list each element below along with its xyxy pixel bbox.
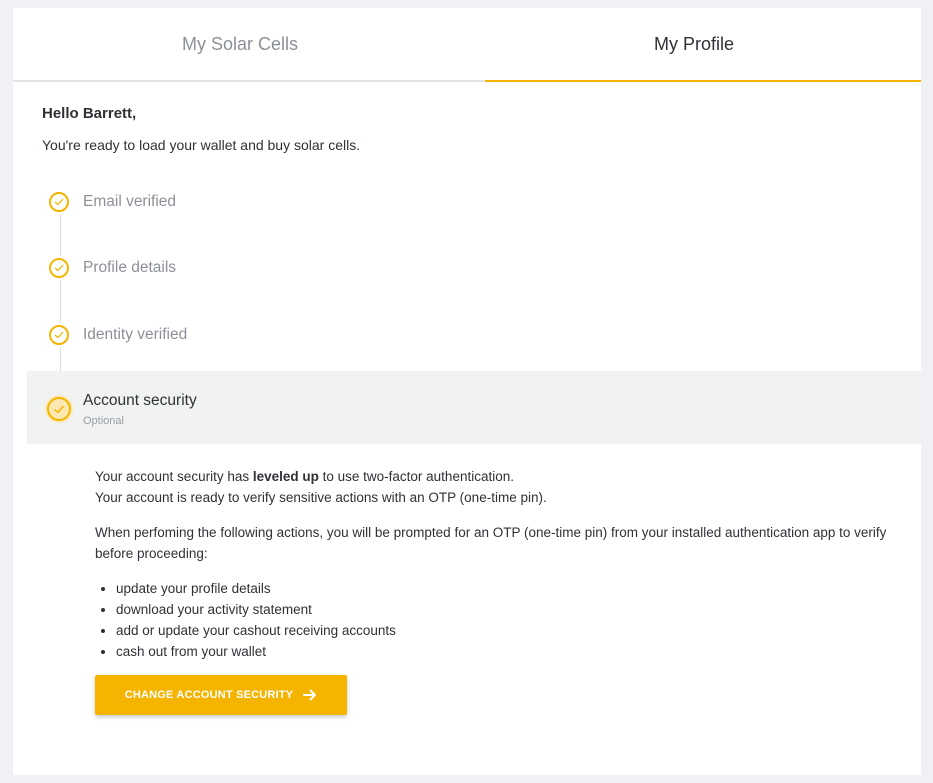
step-label: Identity verified — [83, 326, 188, 343]
step-identity-verified: Identity verified — [27, 303, 921, 369]
step-profile-details: Profile details — [27, 236, 921, 302]
check-circle-icon — [49, 258, 69, 278]
security-line1-emphasis: leveled up — [252, 469, 319, 484]
greeting-heading: Hello Barrett, — [42, 105, 137, 122]
arrow-right-icon — [303, 689, 317, 701]
list-item: cash out from your wallet — [116, 641, 895, 662]
check-circle-icon — [49, 325, 69, 345]
security-status-text: Your account security has leveled up to … — [95, 466, 895, 508]
security-line1-suffix: to use two-factor authentication. — [318, 469, 514, 484]
step-email-verified: Email verified — [27, 170, 921, 236]
list-item: update your profile details — [116, 578, 895, 599]
check-circle-icon — [47, 397, 71, 421]
account-security-details: Your account security has leveled up to … — [95, 466, 895, 662]
check-circle-icon — [49, 192, 69, 212]
step-label: Profile details — [83, 259, 177, 276]
otp-prompt-text: When perfoming the following actions, yo… — [95, 525, 887, 561]
tab-bar: My Solar Cells My Profile — [13, 8, 921, 82]
list-item: download your activity statement — [116, 599, 895, 620]
step-label: Email verified — [83, 193, 177, 210]
security-line2: Your account is ready to verify sensitiv… — [95, 490, 547, 505]
profile-card: My Solar Cells My Profile Hello Barrett,… — [13, 8, 921, 775]
tab-my-solar-cells[interactable]: My Solar Cells — [13, 8, 467, 80]
list-item: add or update your cashout receiving acc… — [116, 620, 895, 641]
active-tab-indicator — [485, 80, 921, 82]
otp-actions-list: update your profile details download you… — [95, 578, 895, 662]
change-account-security-button[interactable]: CHANGE ACCOUNT SECURITY — [95, 675, 347, 715]
button-label: CHANGE ACCOUNT SECURITY — [124, 689, 294, 701]
tab-my-profile[interactable]: My Profile — [467, 8, 921, 80]
security-line1-prefix: Your account security has — [95, 469, 253, 484]
greeting-subtitle: You're ready to load your wallet and buy… — [42, 137, 361, 153]
step-label: Account security — [83, 392, 197, 409]
step-account-security[interactable]: Account security Optional — [27, 371, 921, 444]
step-sublabel: Optional — [83, 415, 124, 427]
